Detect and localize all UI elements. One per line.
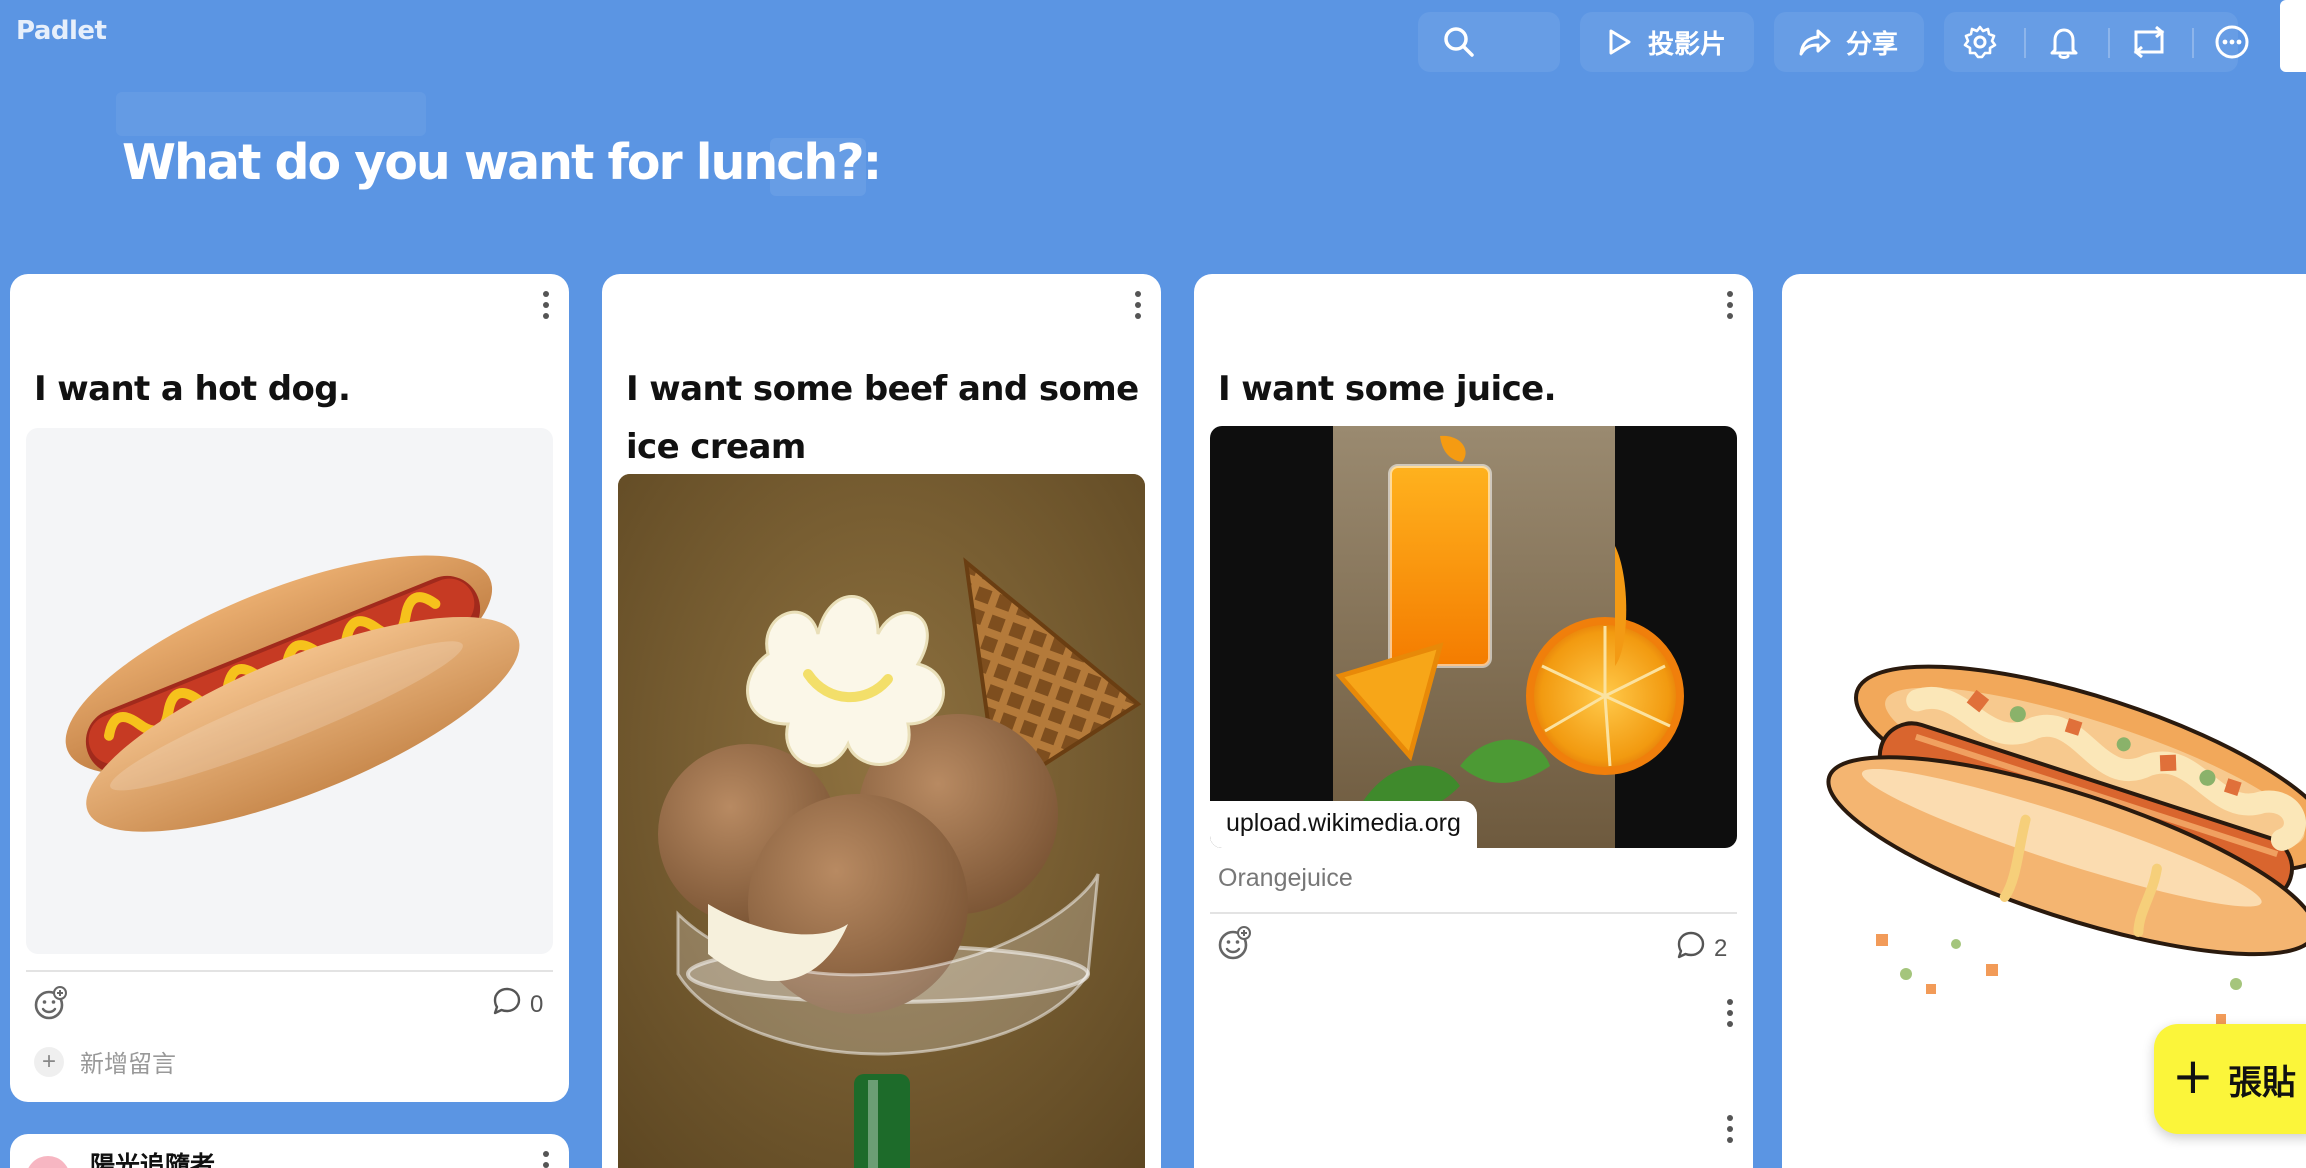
- share-label: 分享: [1846, 29, 1899, 60]
- toolbar-divider: [2192, 28, 2194, 58]
- bell-icon[interactable]: [2046, 24, 2082, 65]
- toolbar-divider: [2024, 28, 2026, 58]
- post-author: 陽光追隨者: [90, 1151, 216, 1168]
- add-comment-button[interactable]: + 新增留言: [34, 1044, 176, 1079]
- post-title: I want some beef and some ice cream: [626, 369, 1139, 467]
- post-menu-icon[interactable]: [536, 288, 556, 322]
- post-image[interactable]: [618, 474, 1145, 1168]
- ice-cream-sundae-photo: [618, 474, 1145, 1168]
- post-card[interactable]: I want some beef and some ice cream: [602, 274, 1161, 1168]
- search-icon: [1442, 25, 1476, 59]
- hot-dog-watercolor[interactable]: [1816, 514, 2306, 1074]
- link-preview[interactable]: upload.wikimedia.org: [1210, 426, 1737, 848]
- comment-menu-icon[interactable]: [1720, 1112, 1740, 1146]
- post-card[interactable]: I want some juice. upload.wikimedia.org …: [1194, 274, 1753, 1168]
- settings-icon[interactable]: [1962, 24, 1998, 65]
- post-divider: [26, 970, 553, 972]
- orange-juice-photo: [1333, 426, 1684, 848]
- post-image[interactable]: [26, 428, 553, 954]
- padlet-logo[interactable]: Padlet: [16, 16, 107, 46]
- slideshow-button[interactable]: 投影片: [1580, 12, 1754, 72]
- post-button[interactable]: + 張貼: [2154, 1024, 2306, 1134]
- post-menu-icon[interactable]: [1720, 288, 1740, 322]
- post-title: I want a hot dog.: [34, 369, 351, 409]
- link-domain[interactable]: upload.wikimedia.org: [1210, 801, 1477, 848]
- search-button[interactable]: [1418, 12, 1560, 72]
- comment-count: 0: [530, 990, 544, 1018]
- plus-icon: +: [34, 1046, 64, 1077]
- post-menu-icon[interactable]: [536, 1148, 556, 1168]
- title-edit-placeholder: [770, 138, 866, 196]
- post-button-label: 張貼: [2227, 1062, 2296, 1103]
- add-reaction-icon[interactable]: [32, 986, 68, 1027]
- slideshow-label: 投影片: [1648, 29, 1727, 60]
- comment-icon: [1676, 930, 1706, 967]
- plus-icon: +: [2172, 1047, 2214, 1105]
- hot-dog-illustration: [65, 555, 520, 832]
- remake-icon[interactable]: [2130, 24, 2168, 65]
- toolbar-divider: [2108, 28, 2110, 58]
- post-divider: [1210, 912, 1737, 914]
- post-title: I want some juice.: [1218, 369, 1557, 409]
- board-subtitle-placeholder: [116, 92, 426, 136]
- comment-icon: [492, 986, 522, 1023]
- share-button[interactable]: 分享: [1774, 12, 1924, 72]
- comment-count: 2: [1714, 934, 1728, 962]
- play-icon: [1604, 27, 1634, 57]
- add-reaction-icon[interactable]: [1216, 926, 1252, 967]
- comment-button[interactable]: 0: [492, 986, 543, 1023]
- board-title[interactable]: What do you want for lunch?:: [122, 134, 882, 191]
- add-comment-label: 新增留言: [80, 1051, 176, 1078]
- link-caption[interactable]: Orangejuice: [1218, 864, 1353, 893]
- comment-button[interactable]: 2: [1676, 930, 1727, 967]
- comment-menu-icon[interactable]: [1720, 996, 1740, 1030]
- post-card[interactable]: I want a hot dog. 0 + 新增留言: [10, 274, 569, 1102]
- more-icon[interactable]: [2214, 24, 2250, 65]
- post-menu-icon[interactable]: [1128, 288, 1148, 322]
- share-icon: [1798, 27, 1832, 57]
- edge-tab: [2280, 0, 2306, 72]
